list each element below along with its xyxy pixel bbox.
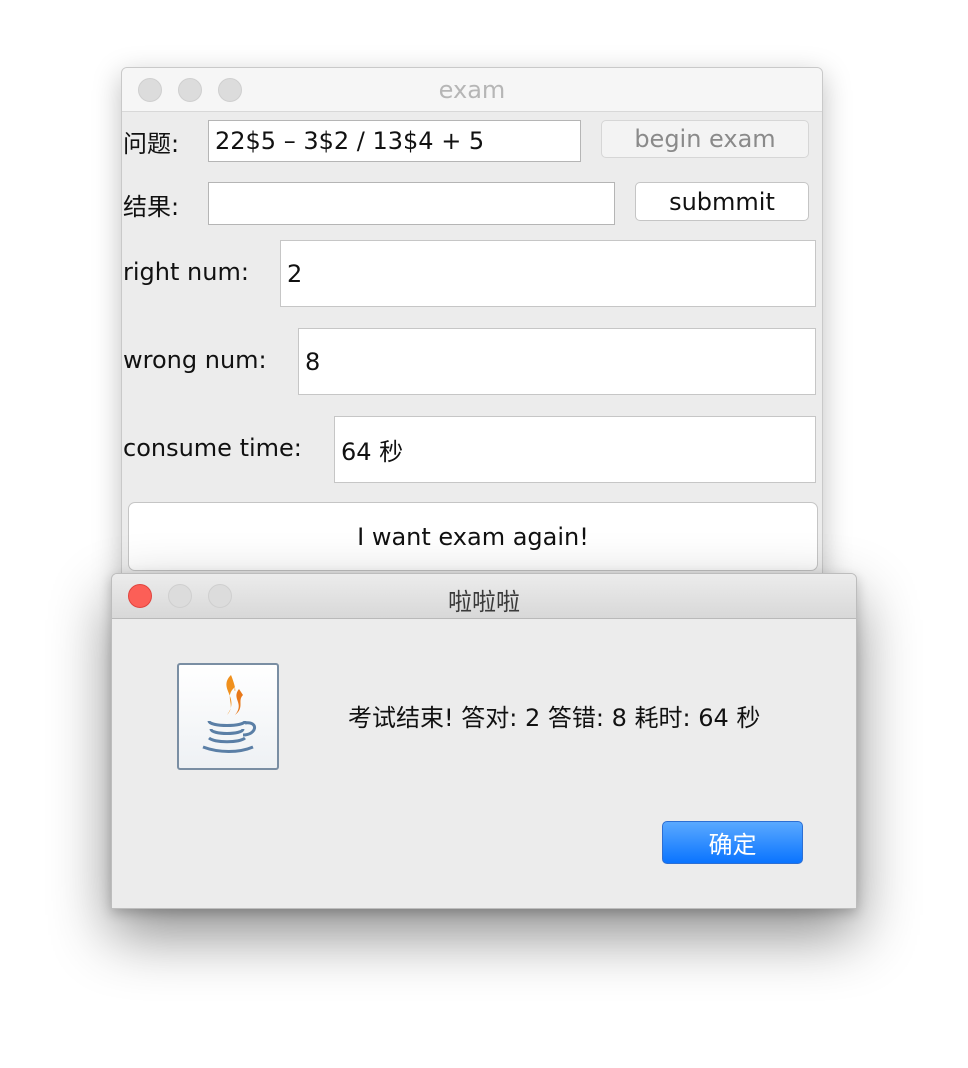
result-label: 结果: xyxy=(123,193,180,221)
java-coffee-icon xyxy=(177,663,279,770)
exam-titlebar[interactable]: exam xyxy=(122,68,822,112)
wrong-num-field[interactable]: 8 xyxy=(298,328,816,395)
begin-exam-button[interactable]: begin exam xyxy=(601,120,809,158)
result-input[interactable] xyxy=(208,182,615,225)
dialog-titlebar[interactable]: 啦啦啦 xyxy=(112,574,856,619)
dialog-message: 考试结束! 答对: 2 答错: 8 耗时: 64 秒 xyxy=(348,704,761,732)
consume-time-field[interactable]: 64 秒 xyxy=(334,416,816,483)
dialog-title: 啦啦啦 xyxy=(448,588,520,616)
right-num-field[interactable]: 2 xyxy=(280,240,816,307)
exam-again-button[interactable]: I want exam again! xyxy=(128,502,818,571)
exam-window: exam 问题: 22$5 – 3$2 / 13$4 + 5 begin exa… xyxy=(121,67,823,587)
ok-button[interactable]: 确定 xyxy=(662,821,803,864)
question-field[interactable]: 22$5 – 3$2 / 13$4 + 5 xyxy=(208,120,581,162)
result-dialog: 啦啦啦 考试结束! 答对: 2 答错: 8 耗时: 64 秒 确定 xyxy=(111,573,857,909)
wrong-num-label: wrong num: xyxy=(123,346,267,374)
consume-time-label: consume time: xyxy=(123,434,302,462)
question-label: 问题: xyxy=(123,130,180,158)
window-title: exam xyxy=(438,76,506,104)
submit-button[interactable]: submmit xyxy=(635,182,809,221)
right-num-label: right num: xyxy=(123,258,249,286)
